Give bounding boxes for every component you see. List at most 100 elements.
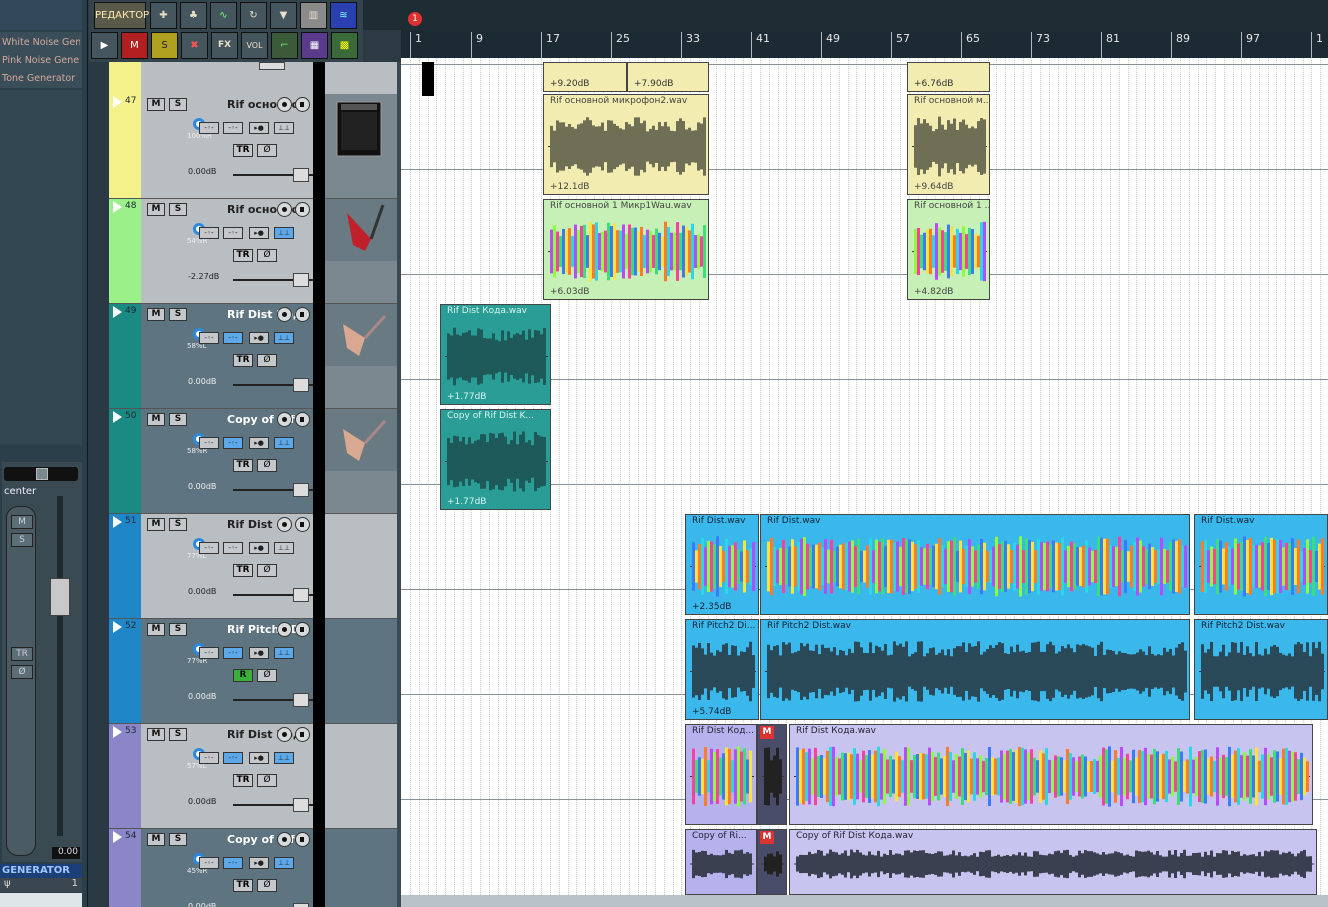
- editor-button[interactable]: РЕДАКТОР: [94, 2, 149, 29]
- tr-button[interactable]: TR: [11, 647, 33, 661]
- fx-slot-2[interactable]: -◦-: [223, 542, 243, 554]
- phase-button[interactable]: Ø: [257, 354, 277, 367]
- timeline-ruler[interactable]: 1 9 17 25 33 41 49 57 65 73 81 89 97 1: [401, 30, 1328, 58]
- speaker-icon[interactable]: [295, 832, 310, 847]
- splitter[interactable]: [397, 62, 401, 907]
- play-icon[interactable]: [113, 201, 122, 213]
- mute-button[interactable]: M: [147, 308, 165, 321]
- fx-slot-2[interactable]: -◦-: [223, 857, 243, 869]
- speaker-icon[interactable]: [295, 412, 310, 427]
- record-icon[interactable]: [277, 727, 292, 742]
- fx-slot-4[interactable]: ⊥⊥: [274, 647, 294, 659]
- speaker-icon[interactable]: [295, 307, 310, 322]
- wave-loop-icon[interactable]: ∿: [210, 2, 237, 29]
- fx-slot-1[interactable]: -◦-: [199, 227, 219, 239]
- mute-badge[interactable]: M: [760, 831, 774, 844]
- fx-slot-4[interactable]: ⊥⊥: [274, 752, 294, 764]
- new-icon[interactable]: ✚: [150, 2, 177, 29]
- play-icon[interactable]: [113, 96, 122, 108]
- solo-button[interactable]: S: [169, 203, 187, 216]
- phase-button[interactable]: Ø: [257, 144, 277, 157]
- speaker-icon[interactable]: [295, 622, 310, 637]
- clip-54-muted[interactable]: M: [757, 829, 787, 895]
- tr-button[interactable]: TR: [233, 564, 253, 577]
- fx-slot-1[interactable]: -◦-: [199, 122, 219, 134]
- track-name[interactable]: Rif Dist Кода: [227, 308, 305, 321]
- clip-49[interactable]: Rif Dist Кода.wav +1.77dB: [440, 304, 551, 405]
- clip-51b[interactable]: Rif Dist.wav: [760, 514, 1190, 615]
- fx-slot-4[interactable]: ⊥⊥: [274, 122, 294, 134]
- mute-button[interactable]: M: [147, 203, 165, 216]
- redo-icon[interactable]: ↻: [240, 2, 267, 29]
- mute-button[interactable]: M: [147, 833, 165, 846]
- record-icon[interactable]: [277, 307, 292, 322]
- track-50[interactable]: 50 M S Copy of Rif D 58%R -◦- -◦- ▸● ⊥⊥ …: [109, 409, 397, 514]
- tr-button[interactable]: TR: [233, 459, 253, 472]
- volume-fader[interactable]: [50, 578, 70, 616]
- tr-button[interactable]: R: [233, 669, 253, 682]
- record-icon[interactable]: [277, 97, 292, 112]
- pan-slider[interactable]: [4, 467, 78, 481]
- record-icon[interactable]: [277, 517, 292, 532]
- play-icon[interactable]: [113, 306, 122, 318]
- fx-slot-1[interactable]: -◦-: [199, 542, 219, 554]
- clip-47a[interactable]: Rif основной микрофон2.wav +12.1dB: [543, 94, 709, 195]
- track-51[interactable]: 51 M S Rif Dist 77%L -◦- -◦- ▸● ⊥⊥ TR Ø …: [109, 514, 397, 619]
- fx-button[interactable]: FX: [211, 32, 238, 59]
- tr-button[interactable]: TR: [233, 774, 253, 787]
- mute-button[interactable]: M: [147, 518, 165, 531]
- solo-button[interactable]: S: [169, 728, 187, 741]
- record-icon[interactable]: [277, 832, 292, 847]
- fx-slot-2[interactable]: -◦-: [223, 227, 243, 239]
- phase-button[interactable]: Ø: [11, 665, 33, 679]
- speaker-icon[interactable]: [295, 727, 310, 742]
- clip-53b[interactable]: Rif Dist Кода.wav: [789, 724, 1313, 825]
- clip-52a[interactable]: Rif Pitch2 Di... +5.74dB: [685, 619, 759, 720]
- clip-51c[interactable]: Rif Dist.wav: [1194, 514, 1328, 615]
- delete-icon[interactable]: ✖: [181, 32, 208, 59]
- track-name[interactable]: Rif Dist: [227, 518, 305, 531]
- track-color[interactable]: [109, 619, 141, 723]
- track-color[interactable]: [109, 199, 141, 303]
- clip-46b[interactable]: +7.90dB: [627, 62, 709, 92]
- clip-48b[interactable]: Rif основной 1 ... +4.82dB: [907, 199, 990, 300]
- fx-slot-4[interactable]: ⊥⊥: [274, 332, 294, 344]
- mute-button[interactable]: M: [147, 728, 165, 741]
- fx-slot-2[interactable]: -◦-: [223, 752, 243, 764]
- track-name[interactable]: Rif основной :: [227, 203, 305, 216]
- list-item-pink-noise[interactable]: Pink Noise Generator: [0, 52, 80, 69]
- phase-button[interactable]: Ø: [257, 564, 277, 577]
- spectrogram-icon[interactable]: ≋: [330, 2, 357, 29]
- clip-52c[interactable]: Rif Pitch2 Dist.wav: [1194, 619, 1328, 720]
- play-icon[interactable]: [113, 516, 122, 528]
- tr-button[interactable]: TR: [233, 354, 253, 367]
- solo-button[interactable]: S: [169, 833, 187, 846]
- fx-slot-4[interactable]: ⊥⊥: [274, 857, 294, 869]
- fx-slot-4[interactable]: ⊥⊥: [274, 437, 294, 449]
- list-item-white-noise[interactable]: White Noise Generator: [0, 34, 80, 51]
- clip-46a[interactable]: +9.20dB: [543, 62, 627, 92]
- fx-slot-3[interactable]: ▸●: [249, 332, 269, 344]
- fx-slot-2[interactable]: -◦-: [223, 647, 243, 659]
- track-name[interactable]: Rif Pitch2 Dist: [227, 623, 305, 636]
- mute-button[interactable]: M: [11, 515, 33, 529]
- track-name[interactable]: Rif основно..2: [227, 98, 305, 111]
- play-icon[interactable]: [113, 831, 122, 843]
- fx-slot-2[interactable]: -◦-: [223, 122, 243, 134]
- envelope-icon[interactable]: ⌐: [271, 32, 298, 59]
- record-icon[interactable]: [277, 202, 292, 217]
- track-53[interactable]: 53 M S Rif Dist Кода 57%L -◦- -◦- ▸● ⊥⊥ …: [109, 724, 397, 829]
- speaker-icon[interactable]: [295, 517, 310, 532]
- clip-53-muted[interactable]: M: [757, 724, 787, 825]
- clip-47b[interactable]: Rif основной м... +9.64dB: [907, 94, 990, 195]
- track-name[interactable]: Copy of Rif D: [227, 833, 305, 846]
- filter-icon[interactable]: ▼: [270, 2, 297, 29]
- fx-slot-3[interactable]: ▸●: [249, 647, 269, 659]
- solo-button[interactable]: S: [11, 533, 33, 547]
- vol-button[interactable]: VOL: [241, 32, 268, 59]
- spectrum-icon[interactable]: ▥: [300, 2, 327, 29]
- solo-button[interactable]: S: [169, 518, 187, 531]
- fx-slot-3[interactable]: ▸●: [249, 542, 269, 554]
- solo-button[interactable]: S: [169, 413, 187, 426]
- phase-button[interactable]: Ø: [257, 249, 277, 262]
